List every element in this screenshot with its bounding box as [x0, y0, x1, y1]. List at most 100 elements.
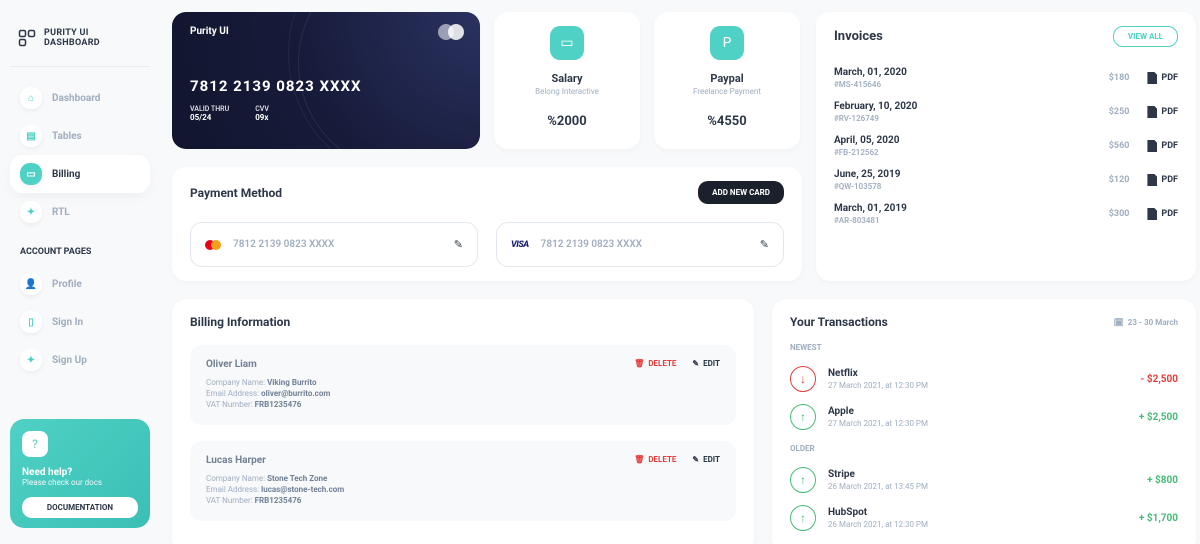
mastercard-icon: [438, 24, 464, 44]
paypal-tile: P Paypal Freelance Payment %4550: [654, 12, 800, 149]
sidebar: PURITY UI DASHBOARD ⌂ Dashboard ▤ Tables…: [0, 0, 160, 544]
help-subtitle: Please check our docs: [22, 478, 138, 487]
payment-method-card: Payment Method ADD NEW CARD 7812 2139 08…: [172, 167, 802, 281]
sidebar-item-tables[interactable]: ▤ Tables: [10, 117, 150, 155]
view-all-button[interactable]: VIEW ALL: [1113, 26, 1178, 47]
invoice-pdf-button[interactable]: PDF: [1147, 106, 1178, 118]
edit-card-button[interactable]: ✎: [760, 238, 769, 251]
sidebar-item-rtl[interactable]: ✦ RTL: [10, 193, 150, 231]
visa-icon: VISA: [511, 240, 529, 250]
billing-item: Oliver LiamCompany Name: Viking BurritoE…: [190, 345, 736, 425]
invoice-id: #RV-126749: [834, 114, 1109, 123]
add-new-card-button[interactable]: ADD NEW CARD: [698, 181, 784, 204]
transaction-date: 26 March 2021, at 12:30 PM: [828, 520, 1139, 529]
sidebar-item-label: Profile: [52, 279, 82, 290]
edit-card-button[interactable]: ✎: [454, 238, 463, 251]
user-icon: 👤: [20, 273, 42, 295]
sidebar-section-account: ACCOUNT PAGES: [10, 231, 150, 265]
invoice-amount: $250: [1109, 107, 1130, 117]
cvv-value: 09x: [255, 113, 269, 122]
delete-button[interactable]: 🗑DELETE: [634, 455, 676, 464]
tile-title: Paypal: [710, 72, 743, 85]
document-icon: ▯: [20, 311, 42, 333]
transaction-row: ↑Apple27 March 2021, at 12:30 PM+ $2,500: [790, 398, 1178, 436]
invoice-amount: $180: [1109, 73, 1130, 83]
tile-title: Salary: [551, 72, 582, 85]
invoice-row: March, 01, 2020 #MS-415646$180 PDF: [834, 61, 1178, 95]
invoices-card: Invoices VIEW ALL March, 01, 2020 #MS-415…: [816, 12, 1196, 281]
paypal-icon: P: [710, 26, 744, 60]
edit-button[interactable]: ✎EDIT: [692, 359, 720, 368]
valid-thru-label: VALID THRU: [190, 105, 229, 113]
invoice-date: March, 01, 2020: [834, 67, 1109, 78]
invoice-id: #FB-212562: [834, 148, 1109, 157]
transaction-date: 27 March 2021, at 12:30 PM: [828, 419, 1139, 428]
sidebar-item-signup[interactable]: ✦ Sign Up: [10, 341, 150, 379]
invoices-title: Invoices: [834, 29, 883, 44]
trash-icon: 🗑: [634, 455, 644, 464]
mastercard-icon: [205, 235, 221, 254]
help-title: Need help?: [22, 467, 138, 478]
edit-button[interactable]: ✎EDIT: [692, 455, 720, 464]
billing-company: Company Name: Viking Burrito: [206, 378, 634, 387]
logo[interactable]: PURITY UI DASHBOARD: [10, 18, 150, 67]
invoice-row: February, 10, 2020 #RV-126749$250 PDF: [834, 95, 1178, 129]
tile-subtitle: Belong Interactive: [535, 87, 599, 96]
file-icon: [1147, 72, 1157, 84]
tile-subtitle: Freelance Payment: [693, 87, 761, 96]
transaction-row: ↓Netflix27 March 2021, at 12:30 PM- $2,5…: [790, 360, 1178, 398]
card-number: 7812 2139 0823 XXXX: [541, 239, 748, 250]
invoice-id: #AR-803481: [834, 216, 1109, 225]
help-card: ? Need help? Please check our docs DOCUM…: [10, 419, 150, 528]
transaction-name: Netflix: [828, 368, 1140, 379]
chart-icon: ▤: [20, 125, 42, 147]
transaction-amount: + $2,500: [1139, 412, 1178, 423]
sidebar-item-label: Tables: [52, 131, 82, 142]
payment-method-title: Payment Method: [190, 186, 282, 200]
main: Purity UI 7812 2139 0823 XXXX VALID THRU…: [160, 0, 1200, 544]
cvv-label: CVV: [255, 105, 269, 113]
documentation-button[interactable]: DOCUMENTATION: [22, 497, 138, 518]
transactions-group-older: OLDER: [790, 444, 1178, 453]
billing-name: Oliver Liam: [206, 359, 634, 370]
sidebar-item-billing[interactable]: ▭ Billing: [10, 155, 150, 193]
sidebar-item-profile[interactable]: 👤 Profile: [10, 265, 150, 303]
rocket-icon: ✦: [20, 201, 42, 223]
invoice-id: #MS-415646: [834, 80, 1109, 89]
calendar-icon: 🗓: [1114, 318, 1124, 327]
billing-email: Email Address: lucas@stone-tech.com: [206, 485, 634, 494]
invoice-date: February, 10, 2020: [834, 101, 1109, 112]
transaction-amount: + $800: [1147, 475, 1178, 486]
transactions-title: Your Transactions: [790, 315, 888, 329]
invoice-amount: $560: [1109, 141, 1130, 151]
valid-thru-value: 05/24: [190, 113, 229, 122]
invoice-pdf-button[interactable]: PDF: [1147, 174, 1178, 186]
home-icon: ⌂: [20, 87, 42, 109]
billing-name: Lucas Harper: [206, 455, 634, 466]
credit-card-brand: Purity UI: [190, 26, 462, 37]
invoice-date: June, 25, 2019: [834, 169, 1109, 180]
sidebar-item-label: RTL: [52, 207, 70, 218]
credit-card: Purity UI 7812 2139 0823 XXXX VALID THRU…: [172, 12, 480, 149]
sidebar-item-signin[interactable]: ▯ Sign In: [10, 303, 150, 341]
invoice-pdf-button[interactable]: PDF: [1147, 208, 1178, 220]
sidebar-item-dashboard[interactable]: ⌂ Dashboard: [10, 79, 150, 117]
file-icon: [1147, 174, 1157, 186]
invoice-pdf-button[interactable]: PDF: [1147, 140, 1178, 152]
billing-info-card: Billing Information Oliver Liam Company N…: [172, 299, 754, 544]
pencil-icon: ✎: [692, 359, 699, 368]
delete-button[interactable]: 🗑DELETE: [634, 359, 676, 368]
invoice-row: March, 01, 2019#AR-803481$300PDF: [834, 197, 1178, 231]
transactions-card: Your Transactions 🗓 23 - 30 March NEWEST…: [772, 299, 1196, 544]
arrow-up-icon: ↑: [790, 505, 816, 531]
transactions-group-newest: NEWEST: [790, 343, 1178, 352]
billing-title: Billing Information: [190, 315, 736, 329]
sidebar-item-label: Sign In: [52, 317, 83, 328]
invoice-pdf-button[interactable]: PDF: [1147, 72, 1178, 84]
pencil-icon: ✎: [692, 455, 699, 464]
rocket-icon: ✦: [20, 349, 42, 371]
salary-tile: ▭ Salary Belong Interactive %2000: [494, 12, 640, 149]
invoice-amount: $300: [1109, 209, 1130, 219]
invoice-amount: $120: [1109, 175, 1130, 185]
invoice-date: April, 05, 2020: [834, 135, 1109, 146]
